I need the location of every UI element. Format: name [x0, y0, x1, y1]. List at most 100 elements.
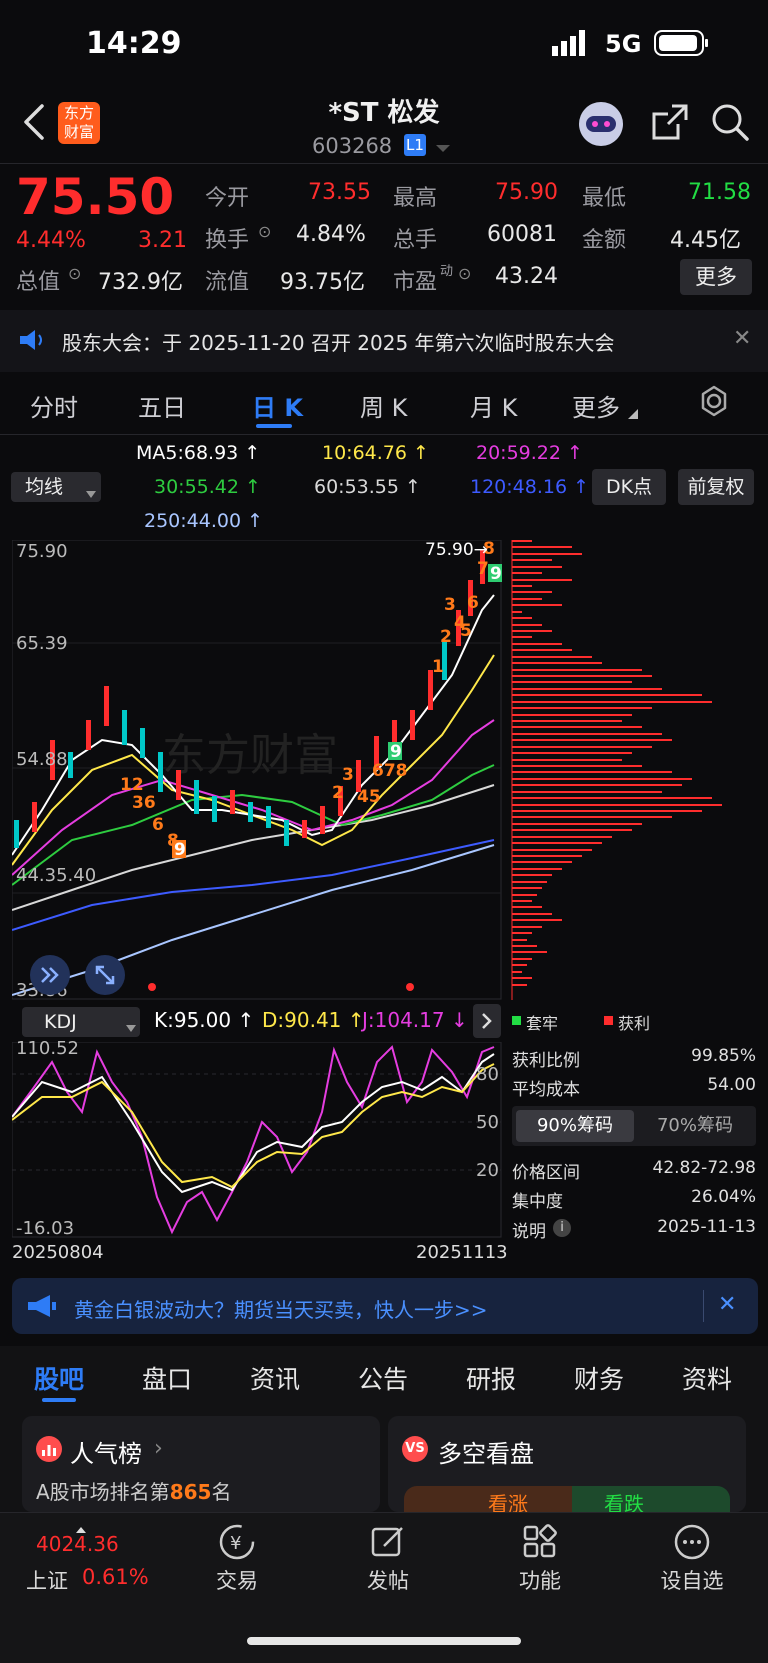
chip-bar [512, 874, 552, 876]
active-tab-indicator [42, 1398, 76, 1402]
tab-more[interactable]: 更多 [572, 388, 620, 423]
chip-bar [512, 572, 542, 574]
function-icon[interactable] [490, 1522, 590, 1566]
nav-function[interactable]: 功能 [490, 1565, 590, 1595]
signal-icon [552, 30, 594, 60]
price-range-value: 42.82-72.98 [652, 1158, 756, 1178]
pe-superscript: 动 [440, 264, 454, 279]
chevron-down-icon[interactable] [436, 138, 450, 157]
chip-bar [512, 630, 552, 632]
close-icon[interactable]: ✕ [733, 326, 751, 351]
td-markers: 12 36 6 8 9 2 3 45 678 9 1 2 3 4 5 6 7 8… [120, 540, 502, 860]
info-dots-icon[interactable]: ⊙ [258, 222, 271, 241]
chip-bar [512, 669, 642, 671]
price-range-label: 价格区间 [512, 1163, 580, 1183]
chip-bar [512, 823, 642, 825]
chip-bar [512, 688, 662, 690]
tab-forum[interactable]: 股吧 [34, 1360, 84, 1396]
change-amount: 3.21 [138, 228, 187, 253]
fullscreen-icon[interactable] [85, 955, 125, 995]
chip-bar [512, 604, 562, 606]
chip-bar [512, 714, 632, 716]
battery-icon [654, 30, 710, 60]
chip-bar [512, 739, 672, 741]
profit-ratio-value: 99.85% [691, 1046, 756, 1066]
chip-bar [512, 900, 532, 902]
chevron-right-icon[interactable] [473, 1004, 501, 1038]
current-price: 75.50 [16, 168, 175, 226]
chip-bar [512, 894, 537, 896]
float-label: 流值 [205, 270, 250, 295]
kdj-y-bottom: -16.03 [16, 1218, 75, 1239]
tab-weekly-k[interactable]: 周 K [360, 388, 407, 423]
tab-news[interactable]: 资讯 [250, 1360, 300, 1396]
tab-70-chips[interactable]: 70%筹码 [636, 1110, 754, 1142]
tab-orderbook[interactable]: 盘口 [142, 1360, 192, 1396]
svg-text:7: 7 [477, 559, 489, 579]
tab-research[interactable]: 研报 [466, 1360, 516, 1396]
tab-intraday[interactable]: 分时 [30, 388, 78, 423]
profit-ratio-label: 获利比例 [512, 1051, 580, 1071]
trade-icon[interactable]: ¥ [187, 1522, 287, 1566]
nav-trade[interactable]: 交易 [187, 1565, 287, 1595]
tab-announcements[interactable]: 公告 [358, 1360, 408, 1396]
ma20-value: 20:59.22 ↑ [476, 442, 583, 464]
adjust-button[interactable]: 前复权 [678, 469, 754, 505]
nav-watchlist[interactable]: 设自选 [642, 1565, 742, 1595]
tab-90-chips[interactable]: 90%筹码 [516, 1110, 634, 1142]
network-label: 5G [605, 30, 642, 58]
pe-label: 市盈 [393, 270, 438, 295]
tab-financials[interactable]: 财务 [574, 1360, 624, 1396]
close-icon[interactable]: ✕ [718, 1292, 736, 1317]
chip-bar [512, 784, 682, 786]
dk-point-button[interactable]: DK点 [592, 469, 666, 505]
svg-text:9: 9 [390, 742, 402, 762]
indicator-selector[interactable]: KDJ [22, 1007, 140, 1037]
stock-code: 603268 [312, 134, 393, 158]
candlestick-chart[interactable]: 东方财富 12 36 6 9 2 3 45 678 9 1 2 3 4 5 6 … [12, 540, 502, 1000]
signal-dot [148, 983, 156, 991]
chip-bar [512, 816, 672, 818]
share-icon[interactable] [650, 102, 690, 146]
index-name[interactable]: 上证 [26, 1565, 68, 1595]
chip-bar [512, 662, 602, 664]
more-dots-icon[interactable] [642, 1522, 742, 1566]
svg-text:12: 12 [120, 775, 144, 795]
notice-text[interactable]: 股东大会：于 2025-11-20 召开 2025 年第六次临时股东大会 [62, 327, 615, 356]
chip-bar [512, 656, 592, 658]
ma5-value: MA5:68.93 ↑ [136, 442, 261, 464]
info-icon[interactable]: i [553, 1219, 571, 1237]
svg-text:¥: ¥ [230, 1533, 241, 1554]
chip-bar [512, 964, 527, 966]
kdj-y-top: 110.52 [16, 1038, 79, 1059]
tab-daily-k[interactable]: 日 K [252, 388, 303, 423]
search-icon[interactable] [710, 102, 750, 146]
post-icon[interactable] [338, 1522, 438, 1566]
nav-post[interactable]: 发帖 [338, 1565, 438, 1595]
tab-five-day[interactable]: 五日 [138, 388, 186, 423]
index-change[interactable]: 0.61% [82, 1565, 149, 1589]
popular-title: 人气榜 [70, 1440, 142, 1468]
chip-distribution-chart [511, 540, 722, 1000]
chip-bar [512, 771, 672, 773]
high-marker: 75.90→ [425, 540, 488, 560]
ma120-value: 120:48.16 ↑ [470, 476, 590, 498]
settings-icon[interactable] [698, 385, 730, 421]
tab-monthly-k[interactable]: 月 K [470, 388, 517, 423]
megaphone-icon [26, 1294, 58, 1322]
high-label: 最高 [393, 186, 438, 211]
svg-text:5: 5 [460, 621, 472, 641]
tab-profile[interactable]: 资料 [682, 1360, 732, 1396]
volume-value: 60081 [487, 222, 557, 247]
info-dots-icon[interactable]: ⊙ [458, 264, 471, 283]
chip-bar [512, 926, 542, 928]
more-button[interactable]: 更多 [680, 259, 752, 295]
chip-bar [512, 984, 527, 986]
expand-arrows-icon[interactable] [30, 955, 70, 995]
chip-bar [512, 553, 582, 555]
robot-assistant-icon[interactable] [574, 98, 628, 152]
ad-text[interactable]: 黄金白银波动大？期货当天买卖，快人一步>> [74, 1294, 488, 1323]
info-dots-icon[interactable]: ⊙ [68, 264, 81, 283]
index-value[interactable]: 4024.36 [36, 1532, 119, 1556]
bear-bar[interactable] [572, 1486, 730, 1512]
